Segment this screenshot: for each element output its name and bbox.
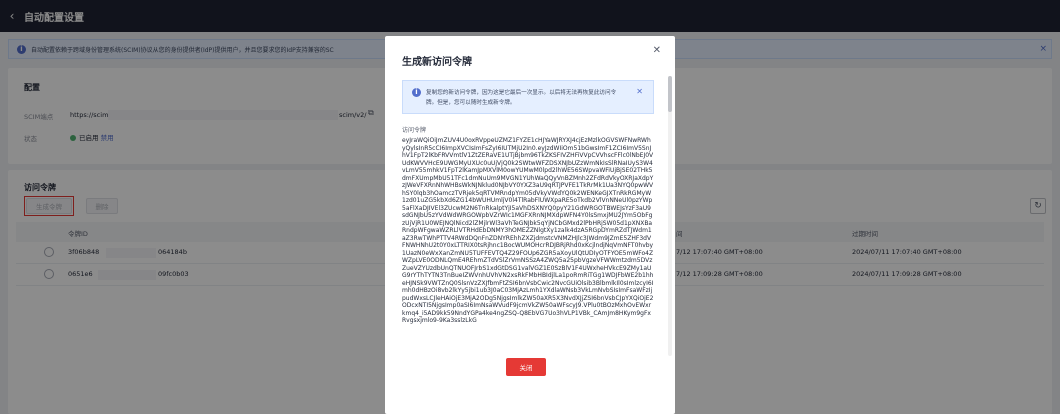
token-label: 访问令牌 [402,127,427,134]
close-icon[interactable]: ✕ [653,45,661,56]
new-token-dialog: 生成新访问令牌 ✕ i 复制您的新访问令牌，因为这是它最后一次显示。以后将无法再… [385,36,675,414]
dialog-title: 生成新访问令牌 [402,57,472,68]
dialog-scrollbar[interactable] [668,76,672,356]
close-button[interactable]: 关闭 [506,358,546,376]
warning-text: 复制您的新访问令牌，因为这是它最后一次显示。以后将无法再恢复此访问令牌。但是，您… [426,90,617,106]
info-icon: i [412,88,421,97]
scrollbar-thumb[interactable] [668,76,672,112]
warning-banner: i 复制您的新访问令牌，因为这是它最后一次显示。以后将无法再恢复此访问令牌。但是… [402,80,654,114]
token-value[interactable]: eyJraWQiOiJmZUV4U0oxRVppeUZMZ1FYZE1cHJYa… [402,137,654,351]
close-icon[interactable]: ✕ [636,87,643,96]
